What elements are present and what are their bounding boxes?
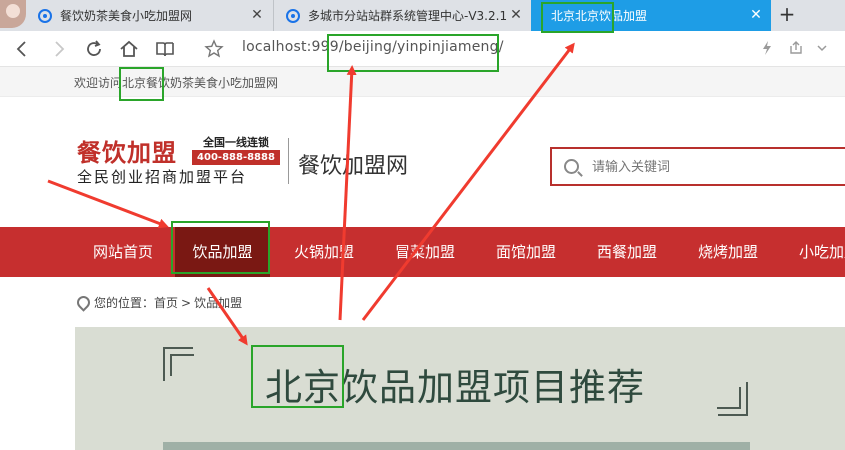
chevron-down-icon[interactable] [815, 40, 829, 60]
home-icon[interactable] [117, 37, 141, 61]
browser-tab-strip: 餐饮奶茶美食小吃加盟网 ✕ 多城市分站站群系统管理中心-V3.2.1 ✕ 北京北… [0, 0, 845, 31]
location-pin-icon [76, 296, 87, 309]
tab-close-icon[interactable]: ✕ [250, 8, 264, 22]
breadcrumb-separator: > [181, 295, 192, 310]
welcome-text: 欢迎访问北京餐饮奶茶美食小吃加盟网 [74, 76, 279, 90]
new-tab-button[interactable]: + [776, 3, 798, 27]
nav-item-snacks[interactable]: 小吃加盟 [799, 227, 845, 277]
nav-item-drinks[interactable]: 饮品加盟 [175, 227, 270, 277]
tab-close-icon[interactable]: ✕ [509, 8, 523, 22]
nav-item-maocai[interactable]: 冒菜加盟 [395, 227, 455, 277]
back-arrow-icon[interactable] [10, 37, 34, 61]
site-favicon-icon [38, 8, 52, 23]
arrow-to-nav [47, 179, 169, 229]
site-name[interactable]: 餐饮加盟网 [298, 148, 408, 180]
share-icon[interactable] [788, 40, 804, 60]
reading-mode-icon[interactable] [153, 37, 177, 61]
url-host: localhost:999 [242, 39, 339, 55]
breadcrumb: 您的位置： 首页 > 饮品加盟 [76, 294, 242, 311]
lightning-icon[interactable] [760, 40, 774, 60]
logo-badge-top: 全国一线连锁 [203, 136, 269, 149]
logo-divider [288, 138, 289, 184]
corner-ornament [163, 347, 194, 381]
tab-food-franchise[interactable]: 餐饮奶茶美食小吃加盟网 ✕ [0, 0, 272, 31]
category-banner: 北京饮品加盟项目推荐 [75, 327, 845, 450]
search-input[interactable] [592, 157, 832, 177]
breadcrumb-prefix: 您的位置： [94, 296, 155, 310]
bookmark-star-icon[interactable] [202, 37, 226, 61]
tab-beijing-drinks[interactable]: 北京北京饮品加盟 ✕ [531, 0, 771, 31]
banner-title: 北京饮品加盟项目推荐 [265, 366, 645, 409]
nav-item-western[interactable]: 西餐加盟 [597, 227, 657, 277]
logo-title[interactable]: 餐饮加盟 [77, 133, 177, 168]
refresh-icon[interactable] [82, 37, 106, 61]
nav-item-home[interactable]: 网站首页 [93, 227, 153, 277]
main-nav: 网站首页 饮品加盟 火锅加盟 冒菜加盟 面馆加盟 西餐加盟 烧烤加盟 小吃加盟 [0, 227, 845, 277]
logo-badge: 全国一线连锁 400-888-8888 [192, 135, 280, 166]
forward-arrow-icon[interactable] [47, 37, 71, 61]
corner-ornament [717, 382, 748, 416]
arrow-to-url [338, 65, 357, 321]
tab-title: 餐饮奶茶美食小吃加盟网 [60, 9, 193, 23]
search-box[interactable] [550, 147, 845, 186]
logo-slogan: 全民创业招商加盟平台 [77, 168, 248, 186]
tab-close-icon[interactable]: ✕ [749, 8, 763, 22]
address-bar[interactable]: localhost:999/beijing/yinpinjiameng/ [242, 39, 504, 55]
tab-title: 多城市分站站群系统管理中心-V3.2.1 [308, 9, 508, 23]
site-favicon-icon [286, 8, 300, 23]
logo-phone: 400-888-8888 [192, 150, 280, 165]
url-path: /beijing/yinpinjiameng/ [338, 39, 504, 55]
tab-admin-center[interactable]: 多城市分站站群系统管理中心-V3.2.1 ✕ [273, 0, 531, 31]
search-icon[interactable] [564, 159, 579, 174]
banner-content-strip [163, 442, 750, 450]
nav-item-bbq[interactable]: 烧烤加盟 [698, 227, 758, 277]
nav-item-noodles[interactable]: 面馆加盟 [496, 227, 556, 277]
browser-toolbar: localhost:999/beijing/yinpinjiameng/ [0, 31, 845, 67]
welcome-bar: 欢迎访问北京餐饮奶茶美食小吃加盟网 [0, 67, 845, 97]
breadcrumb-home[interactable]: 首页 [154, 294, 178, 311]
nav-item-hotpot[interactable]: 火锅加盟 [294, 227, 354, 277]
breadcrumb-current[interactable]: 饮品加盟 [194, 294, 242, 311]
tab-title: 北京北京饮品加盟 [551, 9, 648, 23]
